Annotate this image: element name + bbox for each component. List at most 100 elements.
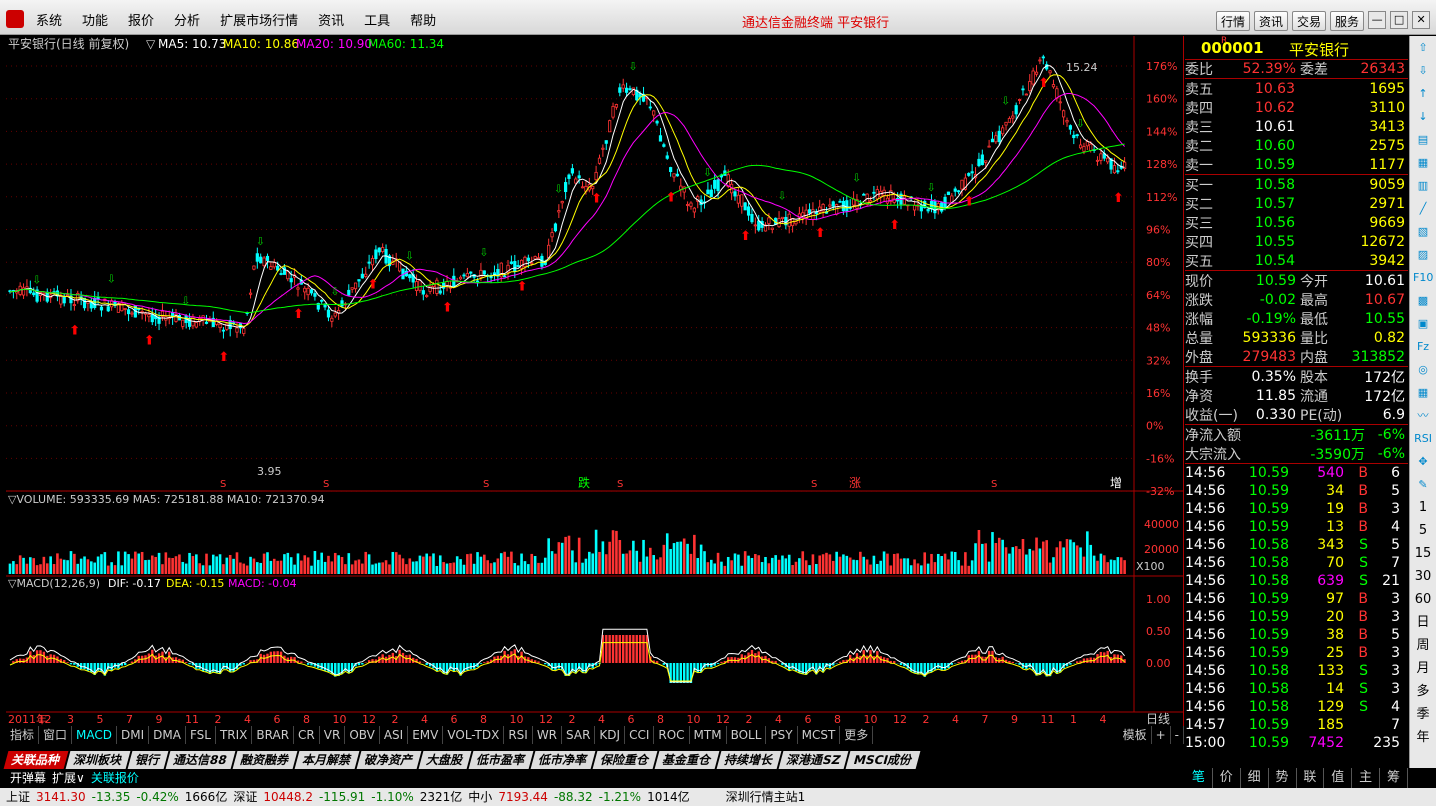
menu-item-0[interactable]: 系统 bbox=[36, 10, 62, 29]
indicator-tab-23[interactable]: MCST bbox=[798, 726, 841, 744]
toolbar-icon[interactable]: ▤ bbox=[1413, 130, 1433, 150]
toolbar-icon[interactable]: ╱ bbox=[1413, 199, 1433, 219]
maximize-icon[interactable]: □ bbox=[1390, 11, 1409, 29]
toolbar-icon[interactable]: ▧ bbox=[1413, 222, 1433, 242]
indicator-tab-0[interactable]: 指标 bbox=[6, 726, 40, 744]
menu-item-3[interactable]: 分析 bbox=[174, 10, 200, 29]
indicator-tab-2[interactable]: MACD bbox=[72, 726, 118, 744]
indicator-tab-22[interactable]: PSY bbox=[766, 726, 798, 744]
panel-tab-5[interactable]: 值 bbox=[1324, 768, 1353, 788]
toolbar-icon[interactable]: Fz bbox=[1413, 337, 1433, 357]
top-button-trade[interactable]: 交易 bbox=[1292, 11, 1327, 31]
indicator-tab-3[interactable]: DMI bbox=[117, 726, 150, 744]
category-tab-3[interactable]: 通达信88 bbox=[165, 751, 236, 769]
period-button[interactable]: 15 bbox=[1412, 544, 1434, 564]
close-icon[interactable]: ✕ bbox=[1412, 11, 1431, 29]
indicator-tab-6[interactable]: TRIX bbox=[216, 726, 253, 744]
top-button-service[interactable]: 服务 bbox=[1330, 11, 1365, 31]
add-icon[interactable]: + bbox=[1152, 726, 1171, 744]
indicator-tab-4[interactable]: DMA bbox=[149, 726, 186, 744]
panel-tab-7[interactable]: 筹 bbox=[1380, 768, 1408, 788]
panel-tab-6[interactable]: 主 bbox=[1352, 768, 1381, 788]
menu-item-7[interactable]: 帮助 bbox=[410, 10, 436, 29]
minus-icon[interactable]: - bbox=[1171, 726, 1184, 744]
minimize-icon[interactable]: — bbox=[1368, 11, 1387, 29]
menu-item-4[interactable]: 扩展市场行情 bbox=[220, 10, 298, 29]
indicator-tab-11[interactable]: ASI bbox=[380, 726, 409, 744]
indicator-tab-14[interactable]: RSI bbox=[504, 726, 533, 744]
category-tab-7[interactable]: 大盘股 bbox=[418, 751, 472, 769]
category-tab-6[interactable]: 破净资产 bbox=[356, 751, 422, 769]
toolbar-icon[interactable]: ↓ bbox=[1413, 107, 1433, 127]
category-tab-11[interactable]: 基金重仓 bbox=[654, 751, 720, 769]
period-button[interactable]: 30 bbox=[1412, 567, 1434, 587]
toolbar-icon[interactable]: ⇩ bbox=[1413, 61, 1433, 81]
category-tab-1[interactable]: 深圳板块 bbox=[65, 751, 131, 769]
indicator-tab-16[interactable]: SAR bbox=[562, 726, 596, 744]
toolbar-icon[interactable]: ◎ bbox=[1413, 360, 1433, 380]
panel-tab-3[interactable]: 势 bbox=[1269, 768, 1297, 788]
indicator-tab-17[interactable]: KDJ bbox=[595, 726, 626, 744]
period-button[interactable]: 多 bbox=[1412, 682, 1434, 702]
period-button[interactable]: 年 bbox=[1412, 728, 1434, 748]
menu-item-1[interactable]: 功能 bbox=[82, 10, 108, 29]
category-tab-12[interactable]: 持续增长 bbox=[716, 751, 782, 769]
panel-tab-4[interactable]: 联 bbox=[1297, 768, 1325, 788]
category-tab-4[interactable]: 融资融券 bbox=[232, 751, 298, 769]
tick-list[interactable]: 14:56 10.59 540 B 6 14:56 10.59 34 B 5 14:56 10.59 1… bbox=[1185, 464, 1408, 752]
period-button[interactable]: 周 bbox=[1412, 636, 1434, 656]
top-button-news[interactable]: 资讯 bbox=[1254, 11, 1289, 31]
category-tab-13[interactable]: 深港通SZ bbox=[778, 751, 849, 769]
menu-item-5[interactable]: 资讯 bbox=[318, 10, 344, 29]
indicator-tab-24[interactable]: 更多 bbox=[840, 726, 874, 744]
toolbar-icon[interactable]: ▦ bbox=[1413, 383, 1433, 403]
period-button[interactable]: 日 bbox=[1412, 613, 1434, 633]
period-button[interactable]: 60 bbox=[1412, 590, 1434, 610]
indicator-tab-12[interactable]: EMV bbox=[408, 726, 444, 744]
period-button[interactable]: 5 bbox=[1412, 521, 1434, 541]
kline-chart-area[interactable]: 平安银行(日线 前复权) ▽ MA5: 10.73 MA10: 10.86 MA… bbox=[6, 36, 1184, 726]
indicator-tab-7[interactable]: BRAR bbox=[252, 726, 295, 744]
category-tab-8[interactable]: 低市盈率 bbox=[468, 751, 534, 769]
indicator-tab-19[interactable]: ROC bbox=[654, 726, 690, 744]
panel-tab-1[interactable]: 价 bbox=[1213, 768, 1241, 788]
toolbar-icon[interactable]: 〰 bbox=[1413, 406, 1433, 426]
indicator-tab-8[interactable]: CR bbox=[294, 726, 320, 744]
period-button[interactable]: 1 bbox=[1412, 498, 1434, 518]
toolbar-icon[interactable]: ▦ bbox=[1413, 153, 1433, 173]
toolbar-icon[interactable]: ▣ bbox=[1413, 314, 1433, 334]
category-tab-14[interactable]: MSCI成份 bbox=[845, 751, 921, 769]
panel-tab-0[interactable]: 笔 bbox=[1185, 768, 1213, 788]
top-button-quotes[interactable]: 行情 bbox=[1216, 11, 1251, 31]
toolbar-icon[interactable]: ▥ bbox=[1413, 176, 1433, 196]
toolbar-icon[interactable]: F10 bbox=[1413, 268, 1433, 288]
toolbar-icon[interactable]: ↑ bbox=[1413, 84, 1433, 104]
toolbar-icon[interactable]: ▨ bbox=[1413, 245, 1433, 265]
period-button[interactable]: 月 bbox=[1412, 659, 1434, 679]
toolbar-icon[interactable]: RSI bbox=[1413, 429, 1433, 449]
indicator-tab-13[interactable]: VOL-TDX bbox=[443, 726, 505, 744]
toolbar-icon[interactable]: ⇧ bbox=[1413, 38, 1433, 58]
danmaku-toggle[interactable]: 开弹幕 bbox=[10, 769, 46, 788]
indicator-tab-5[interactable]: FSL bbox=[186, 726, 216, 744]
indicator-tab-10[interactable]: OBV bbox=[345, 726, 380, 744]
period-button[interactable]: 季 bbox=[1412, 705, 1434, 725]
expand-toggle[interactable]: 扩展∨ bbox=[52, 769, 85, 788]
indicator-tab-21[interactable]: BOLL bbox=[727, 726, 767, 744]
related-quotes-link[interactable]: 关联报价 bbox=[91, 769, 139, 788]
indicator-tab-1[interactable]: 窗口 bbox=[39, 726, 73, 744]
menu-item-6[interactable]: 工具 bbox=[364, 10, 390, 29]
toolbar-icon[interactable]: ✥ bbox=[1413, 452, 1433, 472]
indicator-tab-20[interactable]: MTM bbox=[690, 726, 727, 744]
category-tab-5[interactable]: 本月解禁 bbox=[294, 751, 360, 769]
kline-chart-svg[interactable]: 平安银行(日线 前复权) ▽ MA5: 10.73 MA10: 10.86 MA… bbox=[6, 36, 1184, 726]
category-tab-9[interactable]: 低市净率 bbox=[530, 751, 596, 769]
menu-item-2[interactable]: 报价 bbox=[128, 10, 154, 29]
panel-tab-2[interactable]: 细 bbox=[1241, 768, 1269, 788]
news-ticker[interactable]: 深圳行情主站1 bbox=[726, 788, 806, 806]
indicator-tab-9[interactable]: VR bbox=[320, 726, 346, 744]
toolbar-icon[interactable]: ✎ bbox=[1413, 475, 1433, 495]
main-chart-toggle-icon[interactable]: ▽ bbox=[146, 37, 156, 51]
template-button[interactable]: 模板 bbox=[1119, 726, 1152, 744]
indicator-tab-18[interactable]: CCI bbox=[625, 726, 655, 744]
